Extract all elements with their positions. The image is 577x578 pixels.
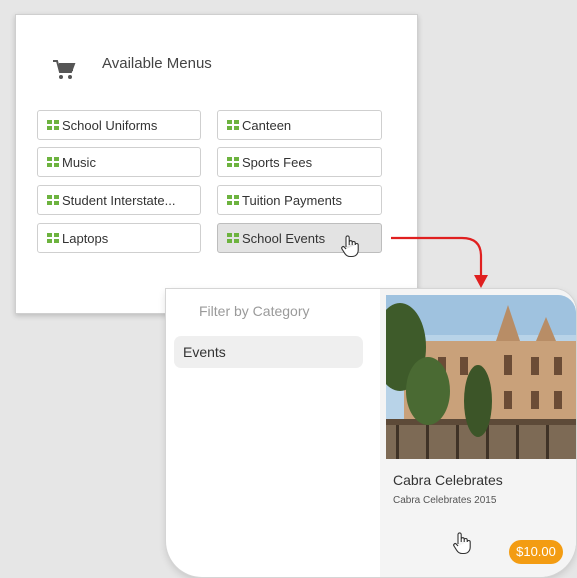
shopping-cart-icon <box>53 60 76 79</box>
menu-button-label: Music <box>62 154 96 170</box>
available-menus-panel: Available Menus School Uniforms Canteen … <box>15 14 418 314</box>
product-image <box>386 295 576 459</box>
menu-button-music[interactable]: Music <box>37 147 201 177</box>
menu-button-label: Canteen <box>242 117 292 133</box>
product-card[interactable]: Cabra Celebrates Cabra Celebrates 2015 $… <box>380 289 576 577</box>
product-subtitle: Cabra Celebrates 2015 <box>393 495 497 506</box>
product-title: Cabra Celebrates <box>393 472 503 488</box>
menu-button-tuition-payments[interactable]: Tuition Payments <box>217 185 382 215</box>
grid-icon <box>47 233 59 243</box>
grid-icon <box>47 120 59 130</box>
grid-icon <box>227 233 239 243</box>
hand-cursor-icon <box>341 235 359 258</box>
available-menus-header: Available Menus <box>52 51 212 81</box>
hand-cursor-icon <box>453 532 471 555</box>
grid-icon <box>227 157 239 167</box>
menu-button-label: Laptops <box>62 230 109 246</box>
price-badge[interactable]: $10.00 <box>509 540 563 564</box>
menu-button-label: School Events <box>242 230 326 246</box>
available-menus-title: Available Menus <box>102 54 212 72</box>
grid-icon <box>227 195 239 205</box>
menu-button-label: Student Interstate... <box>62 192 176 208</box>
filter-by-category-title: Filter by Category <box>199 303 310 319</box>
menu-button-label: School Uniforms <box>62 117 158 133</box>
menu-button-student-interstate[interactable]: Student Interstate... <box>37 185 201 215</box>
shop-panel: Filter by Category Events Cabra Celebrat… <box>166 289 576 577</box>
menu-button-canteen[interactable]: Canteen <box>217 110 382 140</box>
grid-icon <box>47 195 59 205</box>
menu-button-school-uniforms[interactable]: School Uniforms <box>37 110 201 140</box>
filter-item-events[interactable]: Events <box>174 336 363 368</box>
grid-icon <box>227 120 239 130</box>
menu-button-label: Tuition Payments <box>242 192 342 208</box>
grid-icon <box>47 157 59 167</box>
menu-button-laptops[interactable]: Laptops <box>37 223 201 253</box>
menu-button-label: Sports Fees <box>242 154 313 170</box>
menu-button-sports-fees[interactable]: Sports Fees <box>217 147 382 177</box>
